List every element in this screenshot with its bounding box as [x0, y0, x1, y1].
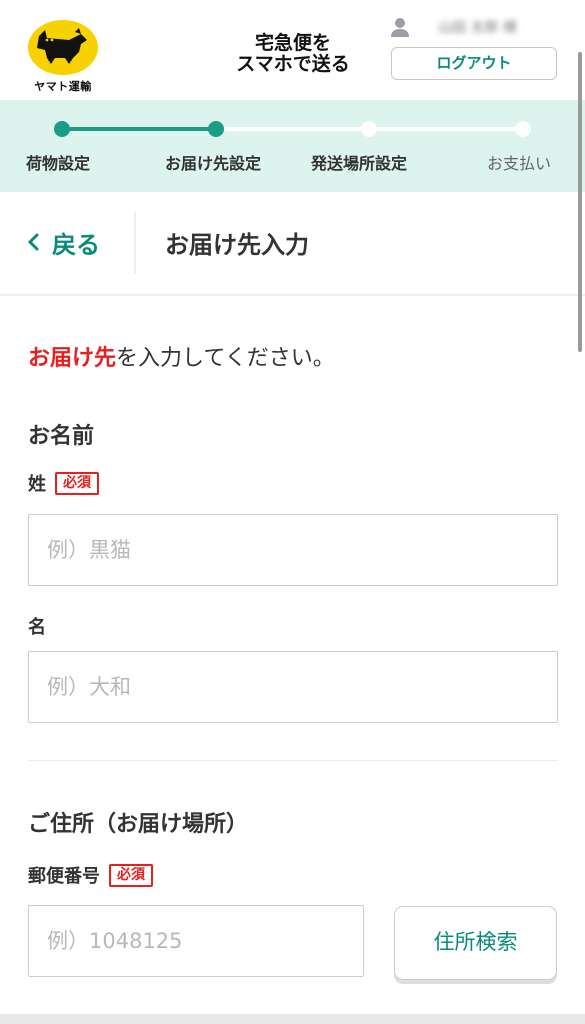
postal-label-row: 郵便番号 必須	[28, 862, 153, 888]
step-dot-2	[208, 121, 224, 137]
name-section-title: お名前	[28, 424, 95, 449]
required-badge: 必須	[109, 863, 153, 887]
service-title: 宅急便を スマホで送る	[228, 33, 358, 75]
step-label-1: 荷物設定	[26, 154, 91, 173]
first-name-label-row: 名	[28, 613, 46, 639]
last-name-input[interactable]	[28, 514, 558, 586]
address-search-button[interactable]: 住所検索	[394, 906, 557, 980]
first-name-input[interactable]	[28, 651, 558, 723]
page-header-bar: 戻る お届け先入力	[0, 192, 585, 296]
address-section-title: ご住所（お届け場所）	[28, 812, 249, 837]
required-badge: 必須	[55, 471, 99, 495]
progress-stepper: 荷物設定 お届け先設定 発送場所設定 お支払い	[0, 100, 585, 192]
step-dot-1	[54, 121, 70, 137]
last-name-label: 姓	[28, 474, 46, 495]
back-label: 戻る	[52, 230, 100, 259]
intro-highlight: お届け先	[28, 346, 117, 371]
last-name-label-row: 姓 必須	[28, 470, 99, 496]
postal-label: 郵便番号	[28, 866, 100, 887]
step-label-3: 発送場所設定	[311, 154, 408, 173]
step-dot-3	[361, 121, 377, 137]
step-label-2: お届け先設定	[165, 154, 262, 173]
yamato-logo[interactable]: ヤマト運輸	[25, 18, 101, 94]
black-cat-logo-icon	[37, 28, 87, 64]
step-dot-4	[515, 121, 531, 137]
chevron-left-icon	[27, 233, 39, 251]
step-line-done	[62, 127, 216, 131]
logout-button[interactable]: ログアウト	[391, 47, 557, 80]
section-divider	[28, 760, 558, 761]
logo-text: ヤマト運輸	[34, 80, 92, 93]
page-title: お届け先入力	[165, 231, 309, 259]
service-title-line1: 宅急便を	[254, 32, 331, 54]
back-button[interactable]: 戻る	[26, 224, 100, 260]
service-title-line2: スマホで送る	[236, 53, 350, 75]
first-name-label: 名	[28, 617, 46, 638]
app-header: ヤマト運輸 宅急便を スマホで送る 山田 太郎 様 ログアウト	[0, 0, 585, 100]
user-icon	[391, 18, 409, 37]
intro-text: お届け先を入力してください。	[28, 340, 335, 372]
intro-rest: を入力してください。	[116, 346, 335, 371]
header-divider	[134, 212, 136, 274]
postal-code-input[interactable]	[28, 905, 364, 977]
step-label-4: お支払い	[487, 154, 552, 173]
bottom-edge	[0, 1014, 585, 1024]
scrollbar[interactable]	[578, 52, 582, 352]
user-name: 山田 太郎 様	[438, 20, 517, 36]
